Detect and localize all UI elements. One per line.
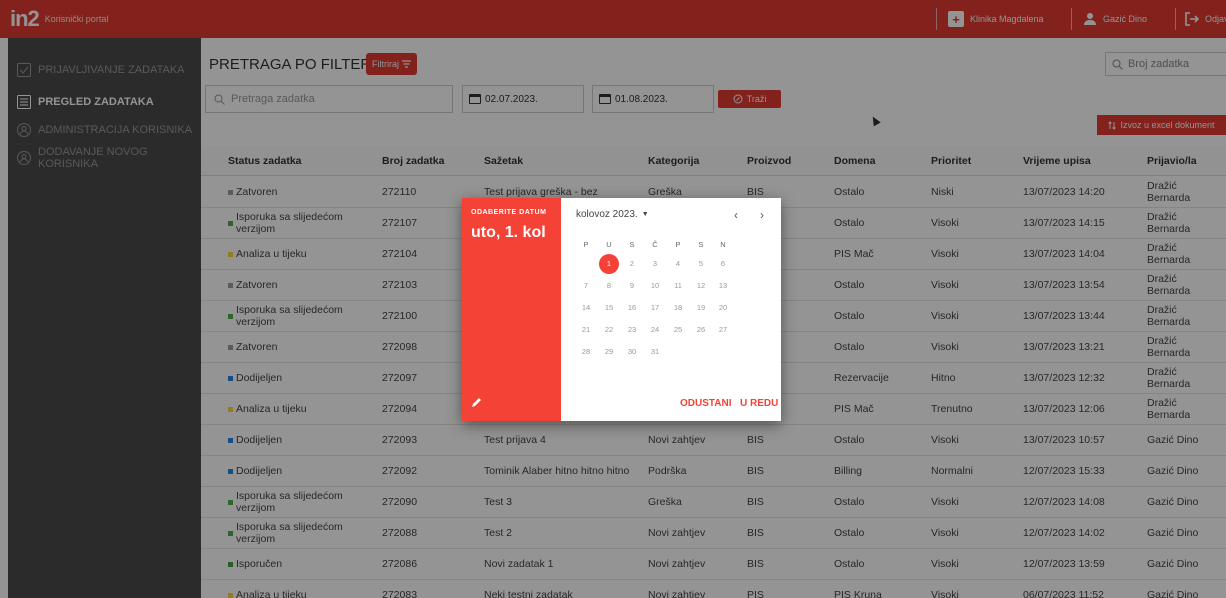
weekday-label: S	[698, 240, 704, 249]
calendar-day[interactable]: 11	[668, 276, 688, 296]
calendar-day[interactable]: 5	[691, 254, 711, 274]
calendar-day[interactable]: 3	[645, 254, 665, 274]
calendar-day[interactable]: 21	[576, 320, 596, 340]
calendar-day[interactable]: 16	[622, 298, 642, 318]
calendar-day[interactable]: 22	[599, 320, 619, 340]
picker-selected-date: uto, 1. kol	[471, 224, 546, 241]
calendar-day[interactable]: 23	[622, 320, 642, 340]
calendar-day[interactable]: 19	[691, 298, 711, 318]
calendar-day[interactable]: 26	[691, 320, 711, 340]
calendar-day[interactable]: 7	[576, 276, 596, 296]
weekday-label: P	[675, 240, 681, 249]
weekday-label: Č	[652, 240, 658, 249]
calendar-day[interactable]: 25	[668, 320, 688, 340]
calendar-day[interactable]: 8	[599, 276, 619, 296]
calendar-day[interactable]: 10	[645, 276, 665, 296]
calendar-day[interactable]: 9	[622, 276, 642, 296]
calendar-day[interactable]: 18	[668, 298, 688, 318]
calendar-day[interactable]: 13	[713, 276, 733, 296]
date-picker-dialog: ODABERITE DATUM uto, 1. kol kolovoz 2023…	[462, 198, 781, 421]
month-label: kolovoz 2023.	[576, 209, 638, 220]
dropdown-caret-icon: ▼	[641, 211, 649, 218]
calendar-day[interactable]: 29	[599, 342, 619, 362]
calendar-day[interactable]: 24	[645, 320, 665, 340]
calendar-day[interactable]: 28	[576, 342, 596, 362]
month-year-selector[interactable]: kolovoz 2023. ▼	[576, 209, 649, 220]
weekday-label: N	[720, 240, 726, 249]
calendar-day[interactable]: 14	[576, 298, 596, 318]
calendar-day[interactable]: 6	[713, 254, 733, 274]
next-month-icon[interactable]: ›	[760, 208, 764, 222]
ok-button[interactable]: U REDU	[740, 398, 778, 409]
calendar-day[interactable]: 27	[713, 320, 733, 340]
date-picker-header: ODABERITE DATUM uto, 1. kol	[462, 198, 561, 421]
weekday-label: P	[583, 240, 589, 249]
calendar-day[interactable]: 2	[622, 254, 642, 274]
calendar-day[interactable]: 12	[691, 276, 711, 296]
cancel-button[interactable]: ODUSTANI	[680, 398, 731, 409]
pencil-icon[interactable]	[471, 396, 483, 408]
picker-label: ODABERITE DATUM	[471, 209, 547, 216]
calendar-day[interactable]: 15	[599, 298, 619, 318]
calendar-day[interactable]: 4	[668, 254, 688, 274]
calendar-day[interactable]: 31	[645, 342, 665, 362]
date-picker-calendar: kolovoz 2023. ▼ ‹ › PUSČPSN 1 2 3 4 5 6 7 8 9 10 1…	[561, 198, 781, 421]
prev-month-icon[interactable]: ‹	[734, 208, 738, 222]
calendar-day[interactable]: 1	[599, 254, 619, 274]
calendar-day[interactable]: 20	[713, 298, 733, 318]
weekday-label: U	[606, 240, 612, 249]
weekday-label: S	[629, 240, 635, 249]
calendar-day[interactable]: 30	[622, 342, 642, 362]
calendar-day[interactable]: 17	[645, 298, 665, 318]
